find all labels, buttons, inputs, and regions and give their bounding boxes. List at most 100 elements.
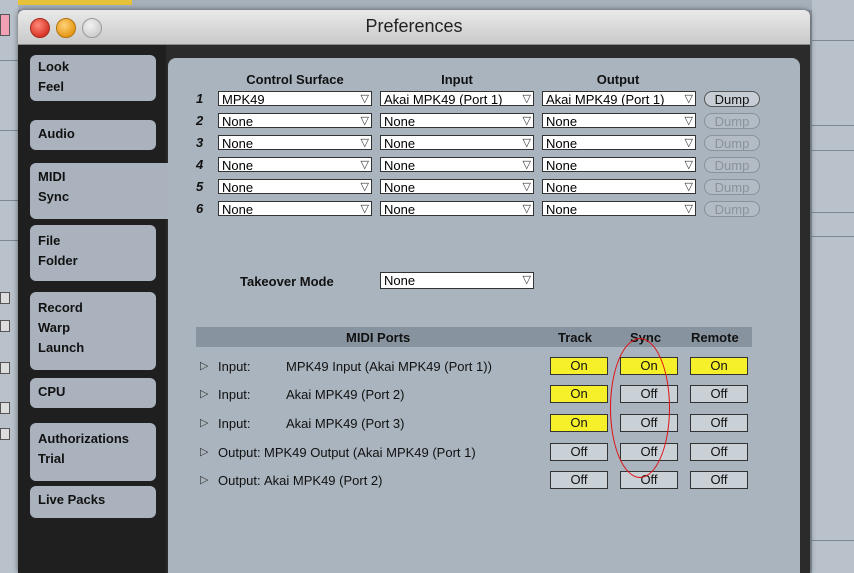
disclosure-triangle-icon[interactable]: ▷	[200, 416, 208, 429]
select-value: MPK49	[222, 92, 265, 106]
chevron-down-icon: ▽	[684, 115, 693, 127]
port-name: Akai MPK49 (Port 2)	[264, 473, 383, 488]
header-remote: Remote	[691, 330, 739, 345]
tab-cpu[interactable]: CPU	[30, 378, 156, 408]
output-select[interactable]: None ▽	[542, 179, 696, 194]
tab-midi-sync[interactable]: MIDI Sync	[30, 163, 180, 219]
dump-button[interactable]: Dump	[704, 91, 760, 107]
background-accent	[14, 0, 132, 5]
midi-port-row[interactable]: ▷ Input: MPK49 Input (Akai MPK49 (Port 1…	[196, 356, 752, 378]
port-name: MPK49 Input (Akai MPK49 (Port 1))	[286, 359, 492, 374]
tab-authorizations-trial[interactable]: Authorizations Trial	[30, 423, 156, 481]
row-number: 2	[196, 113, 204, 128]
row-number: 6	[196, 201, 204, 216]
chevron-down-icon: ▽	[360, 93, 369, 105]
title-bar[interactable]: Preferences	[18, 10, 810, 45]
track-toggle[interactable]: On	[550, 414, 608, 432]
port-kind: Input:	[218, 359, 251, 374]
chevron-down-icon: ▽	[684, 93, 693, 105]
select-value: None	[222, 202, 254, 216]
tab-audio[interactable]: Audio	[30, 120, 156, 150]
input-select[interactable]: None ▽	[380, 201, 534, 216]
control-surface-select[interactable]: MPK49 ▽	[218, 91, 372, 106]
tab-file-folder[interactable]: File Folder	[30, 225, 156, 281]
dump-button[interactable]: Dump	[704, 201, 760, 217]
select-value: None	[384, 136, 416, 150]
tab-label: Record	[38, 300, 83, 315]
port-name: MPK49 Output (Akai MPK49 (Port 1)	[264, 445, 476, 460]
output-select[interactable]: Akai MPK49 (Port 1) ▽	[542, 91, 696, 106]
dump-button[interactable]: Dump	[704, 179, 760, 195]
output-select[interactable]: None ▽	[542, 113, 696, 128]
remote-toggle[interactable]: Off	[690, 471, 748, 489]
tab-label: Authorizations	[38, 431, 129, 446]
dump-button[interactable]: Dump	[704, 135, 760, 151]
tab-record-warp-launch[interactable]: Record Warp Launch	[30, 292, 156, 370]
midi-port-row[interactable]: ▷ Output: Akai MPK49 (Port 2) Off Off Of…	[196, 470, 752, 492]
track-toggle[interactable]: Off	[550, 443, 608, 461]
chevron-down-icon: ▽	[522, 203, 531, 215]
preferences-sidebar: Look Feel Audio MIDI Sync File Folder Re…	[18, 45, 180, 573]
tab-label: CPU	[38, 384, 66, 399]
tab-label: Feel	[38, 79, 65, 94]
control-surface-select[interactable]: None ▽	[218, 157, 372, 172]
port-kind: Output:	[218, 473, 261, 488]
chevron-down-icon: ▽	[522, 274, 531, 286]
row-number: 3	[196, 135, 204, 150]
track-toggle[interactable]: Off	[550, 471, 608, 489]
remote-toggle[interactable]: Off	[690, 443, 748, 461]
disclosure-triangle-icon[interactable]: ▷	[200, 445, 208, 458]
control-surface-select[interactable]: None ▽	[218, 135, 372, 150]
select-value: None	[222, 114, 254, 128]
background-right-strip	[812, 0, 854, 573]
chevron-down-icon: ▽	[522, 181, 531, 193]
select-value: None	[222, 158, 254, 172]
takeover-mode-label: Takeover Mode	[240, 274, 334, 289]
header-midi-ports: MIDI Ports	[346, 330, 411, 345]
remote-toggle[interactable]: Off	[690, 414, 748, 432]
track-toggle[interactable]: On	[550, 385, 608, 403]
header-input: Input	[441, 72, 473, 87]
input-select[interactable]: None ▽	[380, 113, 534, 128]
window-title: Preferences	[365, 16, 463, 36]
port-kind: Output:	[218, 445, 261, 460]
tab-live-packs[interactable]: Live Packs	[30, 486, 156, 518]
disclosure-triangle-icon[interactable]: ▷	[200, 359, 208, 372]
tab-label: Audio	[38, 126, 75, 141]
tab-label: File	[38, 233, 61, 248]
disclosure-triangle-icon[interactable]: ▷	[200, 387, 208, 400]
chevron-down-icon: ▽	[360, 181, 369, 193]
select-value: None	[546, 158, 578, 172]
chevron-down-icon: ▽	[522, 93, 531, 105]
midi-port-row[interactable]: ▷ Output: MPK49 Output (Akai MPK49 (Port…	[196, 442, 752, 464]
select-value: None	[384, 273, 416, 288]
output-select[interactable]: None ▽	[542, 135, 696, 150]
select-value: None	[222, 180, 254, 194]
port-name: Akai MPK49 (Port 3)	[286, 416, 405, 431]
control-surface-select[interactable]: None ▽	[218, 201, 372, 216]
chevron-down-icon: ▽	[360, 203, 369, 215]
tab-label: Look	[38, 59, 70, 74]
control-surface-select[interactable]: None ▽	[218, 179, 372, 194]
dump-button[interactable]: Dump	[704, 113, 760, 129]
remote-toggle[interactable]: On	[690, 357, 748, 375]
output-select[interactable]: None ▽	[542, 157, 696, 172]
chevron-down-icon: ▽	[522, 159, 531, 171]
input-select[interactable]: None ▽	[380, 157, 534, 172]
disclosure-triangle-icon[interactable]: ▷	[200, 473, 208, 486]
remote-toggle[interactable]: Off	[690, 385, 748, 403]
track-toggle[interactable]: On	[550, 357, 608, 375]
takeover-mode-select[interactable]: None ▽	[380, 272, 534, 289]
input-select[interactable]: None ▽	[380, 179, 534, 194]
dump-button[interactable]: Dump	[704, 157, 760, 173]
output-select[interactable]: None ▽	[542, 201, 696, 216]
background-clip	[0, 14, 10, 36]
tab-look-feel[interactable]: Look Feel	[30, 55, 156, 101]
midi-ports-header: MIDI Ports Track Sync Remote	[196, 327, 752, 347]
input-select[interactable]: Akai MPK49 (Port 1) ▽	[380, 91, 534, 106]
select-value: None	[384, 202, 416, 216]
select-value: None	[546, 202, 578, 216]
control-surface-select[interactable]: None ▽	[218, 113, 372, 128]
row-number: 4	[196, 157, 204, 172]
input-select[interactable]: None ▽	[380, 135, 534, 150]
